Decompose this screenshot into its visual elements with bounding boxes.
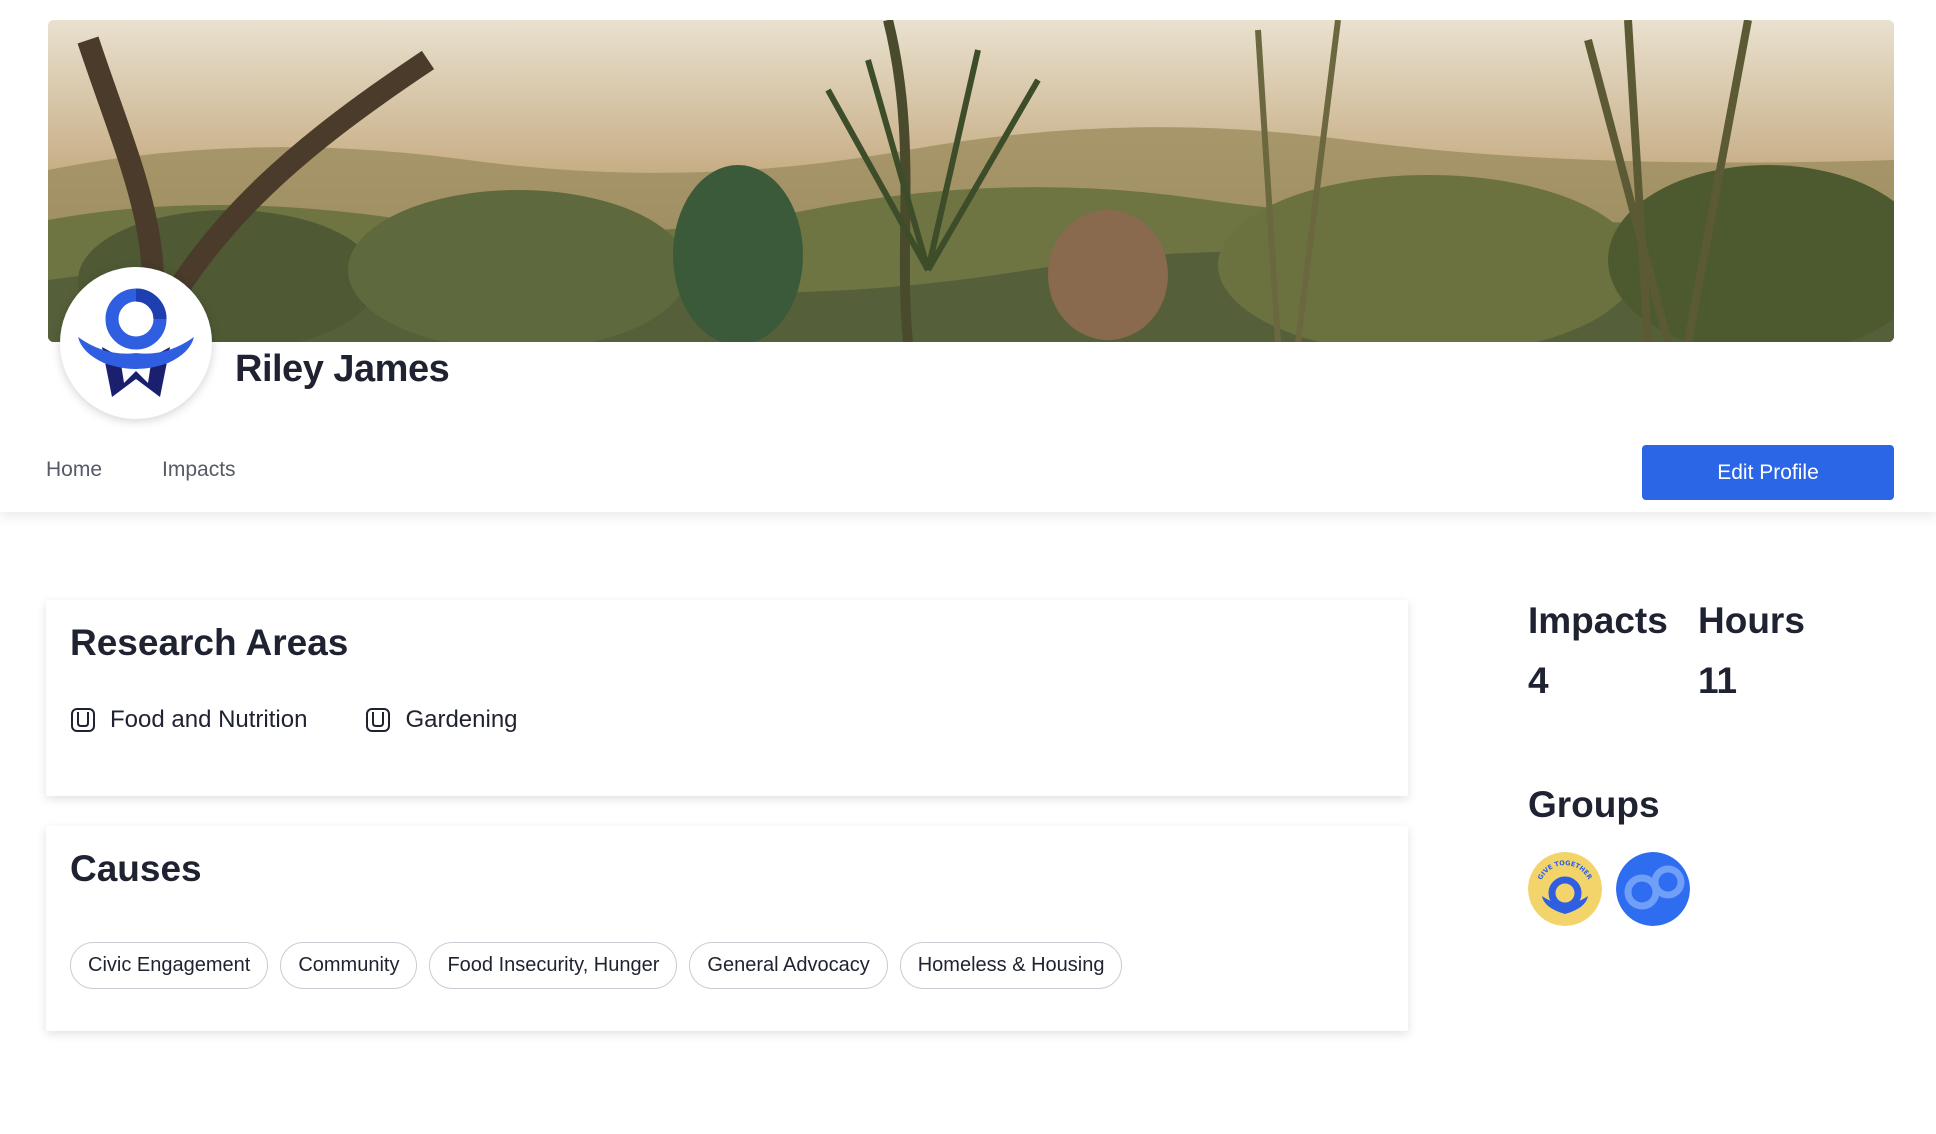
profile-header: Riley James Home Impacts Edit Profile	[0, 0, 1936, 512]
cause-chip[interactable]: Homeless & Housing	[899, 942, 1123, 989]
cause-chip[interactable]: Food Insecurity, Hunger	[429, 942, 678, 989]
hours-stat: Hours 11	[1698, 600, 1805, 702]
give-together-logo-icon	[78, 288, 194, 397]
group-logo-blue[interactable]	[1616, 852, 1690, 926]
edit-profile-button[interactable]: Edit Profile	[1642, 445, 1894, 500]
research-areas-list: Food and Nutrition Gardening	[70, 706, 518, 734]
groups-list: GIVE TOGETHER GIVE	[1528, 852, 1690, 926]
research-area-item: Food and Nutrition	[70, 706, 307, 734]
bookmark-icon	[366, 708, 391, 732]
research-areas-title: Research Areas	[70, 622, 349, 663]
hours-stat-label: Hours	[1698, 600, 1805, 641]
research-area-item: Gardening	[365, 706, 518, 734]
groups-title: Groups	[1528, 784, 1660, 825]
group-logo-give-together[interactable]: GIVE TOGETHER GIVE	[1528, 852, 1602, 926]
profile-nav: Home Impacts	[46, 458, 236, 482]
blue-group-icon	[1616, 852, 1690, 926]
profile-name: Riley James	[235, 348, 450, 390]
impacts-stat: Impacts 4	[1528, 600, 1668, 702]
cause-chip[interactable]: Civic Engagement	[70, 942, 269, 989]
avatar[interactable]	[60, 267, 212, 419]
nav-impacts[interactable]: Impacts	[162, 458, 236, 482]
cause-chip[interactable]: Community	[280, 942, 418, 989]
impacts-stat-label: Impacts	[1528, 600, 1668, 641]
causes-title: Causes	[70, 848, 202, 889]
impacts-stat-value: 4	[1528, 660, 1549, 701]
hours-stat-value: 11	[1698, 660, 1738, 701]
give-together-group-icon: GIVE TOGETHER GIVE	[1528, 852, 1602, 926]
causes-list: Civic Engagement Community Food Insecuri…	[70, 942, 1123, 989]
research-area-label: Gardening	[405, 706, 518, 733]
cover-photo	[48, 20, 1894, 342]
desert-landscape-image	[48, 20, 1894, 342]
research-areas-card: Research Areas Food and Nutrition Garden…	[46, 600, 1408, 796]
profile-stats: Impacts 4 Hours 11	[1528, 600, 1805, 702]
research-area-label: Food and Nutrition	[110, 706, 308, 733]
causes-card: Causes Civic Engagement Community Food I…	[46, 826, 1408, 1031]
nav-home[interactable]: Home	[46, 458, 102, 482]
cause-chip[interactable]: General Advocacy	[689, 942, 888, 989]
bookmark-icon	[71, 708, 95, 732]
